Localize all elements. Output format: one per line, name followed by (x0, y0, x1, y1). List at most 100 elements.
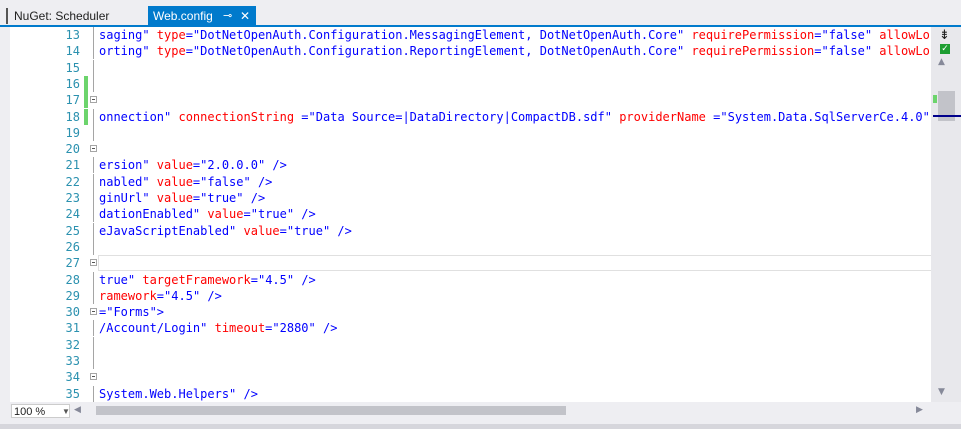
code-line[interactable]: 13 saging" type="DotNetOpenAuth.Configura… (10, 27, 931, 43)
code-line[interactable]: 17 (10, 92, 931, 109)
text-token: " /> (322, 223, 352, 238)
line-number: 18 (65, 109, 80, 124)
text-token: =" (243, 207, 258, 222)
attribute-token: timeout (214, 321, 266, 336)
code-text: orting" type="DotNetOpenAuth.Configurati… (99, 43, 931, 59)
outline-guide (93, 157, 94, 174)
attribute-token: allowLocati (879, 28, 931, 42)
check-icon: ✓ (940, 44, 950, 54)
value-token: false (207, 174, 244, 189)
code-line[interactable]: 21 ersion" value="2.0.0.0" /> (10, 157, 931, 174)
split-icon[interactable]: ⇟ (939, 28, 950, 43)
code-line[interactable]: 33 (10, 353, 931, 369)
text-token: " /> (308, 321, 338, 336)
code-line[interactable]: 24 dationEnabled" value="true" /> (10, 206, 931, 223)
horizontal-scroll-thumb[interactable] (96, 406, 566, 415)
zoom-dropdown[interactable]: 100 % ▼ (11, 404, 70, 418)
change-indicator (84, 75, 88, 92)
pin-icon[interactable]: ⊸ (223, 6, 232, 27)
horizontal-scrollbar: 100 % ▼ ◀ ▶ (10, 402, 961, 419)
line-number: 29 (65, 288, 80, 303)
text-token: =" (814, 28, 829, 42)
text-token: System.Web.Helpers" /> (99, 386, 258, 401)
collapse-icon[interactable] (90, 96, 97, 104)
code-line[interactable]: 15 (10, 59, 931, 76)
line-number: 15 (65, 60, 80, 75)
tab-web-config[interactable]: Web.config ⊸ ✕ (148, 6, 256, 27)
line-number: 19 (65, 125, 80, 140)
collapse-icon[interactable] (90, 308, 97, 316)
collapse-icon[interactable] (90, 259, 97, 267)
text-token: " (864, 44, 880, 59)
code-line[interactable]: 29 ramework="4.5" /> (10, 287, 931, 304)
value-token: 2.0.0.0 (207, 158, 258, 173)
value-token: true (257, 207, 287, 222)
code-line[interactable]: 31/Account/Login" timeout="2880" /> (10, 320, 931, 337)
code-line[interactable]: 35 System.Web.Helpers" /> (10, 385, 931, 402)
text-token: =" (185, 28, 201, 42)
line-number: 13 (65, 28, 80, 42)
tab-nuget-scheduler[interactable]: NuGet: Scheduler (6, 6, 146, 27)
text-token: =" (99, 305, 114, 320)
scroll-up-icon[interactable]: ▲ (938, 57, 945, 67)
tab-separator (6, 8, 8, 24)
code-line[interactable]: 28 true" targetFramework="4.5" /> (10, 271, 931, 288)
outline-guide (93, 75, 94, 92)
line-number: 14 (65, 44, 80, 59)
code-line[interactable]: 23 ginUrl" value="true" /> (10, 190, 931, 206)
outline-guide (93, 206, 94, 223)
text-token: eJavaScriptEnabled" (99, 223, 244, 238)
text-token: nabled" (99, 174, 157, 189)
code-line[interactable]: 18 onnection" connectionString ="Data Sou… (10, 108, 931, 125)
line-number: 22 (65, 174, 80, 189)
current-line-highlight (98, 255, 931, 272)
code-text: ramework="4.5" /> (99, 288, 222, 304)
outline-guide (93, 190, 94, 206)
value-token: false (828, 28, 865, 42)
code-line[interactable]: 34 (10, 369, 931, 385)
code-line[interactable]: 25 eJavaScriptEnabled" value="true" /> (10, 222, 931, 239)
outline-guide (93, 320, 94, 337)
scroll-down-icon[interactable]: ▼ (938, 387, 945, 397)
text-token: =" (294, 109, 316, 124)
code-line[interactable]: 16 (10, 75, 931, 92)
close-icon[interactable]: ✕ (240, 6, 250, 27)
text-token: =" (814, 44, 829, 59)
change-marker (933, 95, 937, 103)
scroll-right-icon[interactable]: ▶ (916, 405, 923, 415)
text-token: ginUrl" (99, 191, 157, 205)
code-line[interactable]: 19 (10, 124, 931, 141)
code-line[interactable]: 26 (10, 238, 931, 255)
text-token: dationEnabled" (99, 207, 208, 222)
code-text: dationEnabled" value="true" /> (99, 206, 316, 222)
text-token: =" (279, 223, 295, 238)
line-number: 33 (65, 354, 80, 368)
attribute-token: type (156, 44, 186, 59)
vertical-scrollbar[interactable]: ⇟ ✓ ▲ ▼ (931, 27, 961, 402)
text-token: =" (192, 158, 208, 173)
attribute-token: targetFramework (142, 272, 251, 287)
attribute-token: connectionString (178, 109, 295, 124)
text-token: " (676, 28, 692, 42)
line-number: 28 (65, 272, 80, 287)
code-line[interactable]: 14 orting" type="DotNetOpenAuth.Configura… (10, 43, 931, 60)
code-editor[interactable]: 13 saging" type="DotNetOpenAuth.Configura… (10, 27, 931, 402)
collapse-icon[interactable] (90, 373, 97, 381)
collapse-icon[interactable] (90, 145, 97, 153)
text-token: " /> (236, 191, 266, 205)
code-line[interactable]: 32 (10, 336, 931, 353)
code-text: true" targetFramework="4.5" /> (99, 272, 316, 288)
outline-guide (93, 336, 94, 353)
scroll-left-icon[interactable]: ◀ (74, 405, 81, 415)
code-text: onnection" connectionString ="Data Sourc… (99, 109, 931, 125)
code-line[interactable]: 27 (10, 255, 931, 272)
text-token: =" (192, 174, 208, 189)
outline-guide (93, 124, 94, 141)
code-line[interactable]: 20 (10, 141, 931, 157)
code-line[interactable]: 22 nabled" value="false" /> (10, 173, 931, 190)
line-number: 25 (65, 223, 80, 238)
attribute-token: requirePermission (691, 28, 815, 42)
value-token: true (294, 223, 323, 238)
code-line[interactable]: 30 ="Forms"> (10, 304, 931, 320)
attribute-token: value (156, 191, 193, 205)
